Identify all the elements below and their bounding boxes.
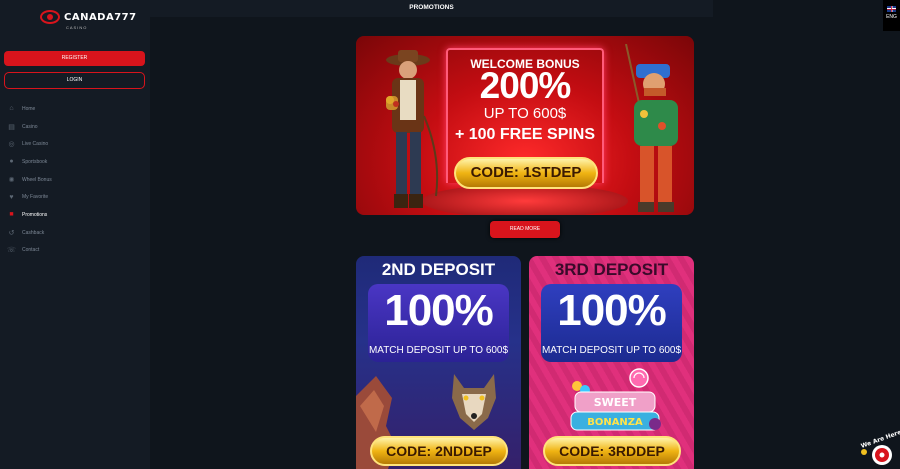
sidebar-item-label: Cashback xyxy=(22,229,45,236)
sidebar-item-label: Live Casino xyxy=(22,141,49,148)
welcome-bonus-limit: UP TO 600$ xyxy=(483,105,567,122)
sidebar-nav: ⌂ Home ▤ Casino ◎ Live Casino ● Sportsbo… xyxy=(7,100,147,259)
welcome-bonus-percent: 200% xyxy=(479,65,572,106)
contact-icon: ☏ xyxy=(7,247,16,255)
wheel-icon: ✺ xyxy=(8,176,15,184)
page-title: PROMOTIONS xyxy=(409,4,454,11)
card-promo-code: CODE: 3RDDEP xyxy=(543,436,681,466)
sidebar-item-label: Wheel Bonus xyxy=(22,176,52,183)
language-code: ENG xyxy=(886,14,897,20)
chat-widget-button[interactable]: We Are Here! xyxy=(858,430,900,469)
card-promo-code: CODE: 2NDDEP xyxy=(370,436,508,466)
live-casino-icon: ◎ xyxy=(8,141,15,149)
register-button[interactable]: REGISTER xyxy=(4,51,145,66)
sidebar-item-my-favorite[interactable]: ♥ My Favorite xyxy=(7,188,147,206)
welcome-free-spins: + 100 FREE SPINS xyxy=(454,126,596,143)
eye-logo-icon xyxy=(40,10,60,24)
login-button[interactable]: LOGIN xyxy=(4,72,145,89)
sweet-bonanza-logo-image: SWEET BONANZA xyxy=(570,368,661,431)
sidebar: CANADA777 CASINO REGISTER LOGIN ⌂ Home ▤… xyxy=(0,0,150,469)
card-title: 3RD DEPOSIT xyxy=(554,260,669,279)
welcome-promo-code: CODE: 1STDEP xyxy=(454,157,598,189)
home-icon: ⌂ xyxy=(9,105,14,113)
sidebar-item-contact[interactable]: ☏ Contact xyxy=(7,242,147,260)
uk-flag-icon xyxy=(887,6,896,12)
card-subtitle: MATCH DEPOSIT UP TO 600$ xyxy=(541,345,682,356)
sidebar-item-home[interactable]: ⌂ Home xyxy=(7,100,147,118)
sidebar-item-sportsbook[interactable]: ● Sportsbook xyxy=(7,153,147,171)
sidebar-item-label: Home xyxy=(22,105,36,112)
sidebar-item-label: Contact xyxy=(22,247,40,254)
language-selector[interactable]: ENG xyxy=(883,0,900,31)
sidebar-item-label: Promotions xyxy=(22,211,48,218)
brand-tagline: CASINO xyxy=(66,25,88,30)
read-more-button[interactable]: READ MORE xyxy=(490,221,560,238)
sidebar-item-label: My Favorite xyxy=(22,194,49,201)
casino-icon: ▤ xyxy=(8,123,15,131)
heart-icon: ♥ xyxy=(9,193,14,201)
sweet-logo-text: SWEET xyxy=(594,396,637,409)
brand-logo[interactable]: CANADA777 xyxy=(40,10,137,24)
third-deposit-card[interactable]: 3RD DEPOSIT 100% MATCH DEPOSIT UP TO 600… xyxy=(529,256,694,469)
sidebar-item-label: Sportsbook xyxy=(22,158,48,165)
sidebar-item-promotions[interactable]: ■ Promotions xyxy=(7,206,147,224)
sidebar-item-casino[interactable]: ▤ Casino xyxy=(7,118,147,136)
sportsbook-icon: ● xyxy=(9,158,14,166)
sidebar-item-wheel-bonus[interactable]: ✺ Wheel Bonus xyxy=(7,171,147,189)
brand-name: CANADA777 xyxy=(64,11,137,23)
card-percent: 100% xyxy=(557,286,667,335)
card-subtitle: MATCH DEPOSIT UP TO 600$ xyxy=(368,345,509,356)
second-deposit-card[interactable]: 2ND DEPOSIT 100% MATCH DEPOSIT UP TO 600… xyxy=(356,256,521,469)
card-percent: 100% xyxy=(384,286,494,335)
welcome-bonus-banner[interactable]: WELCOME BONUS 200% UP TO 600$ + 100 FREE… xyxy=(356,36,694,215)
bonanza-logo-text: BONANZA xyxy=(587,417,643,428)
card-title: 2ND DEPOSIT xyxy=(381,260,496,279)
gift-icon: ■ xyxy=(9,211,14,219)
wolf-image xyxy=(452,374,496,430)
sidebar-item-live-casino[interactable]: ◎ Live Casino xyxy=(7,135,147,153)
cashback-icon: ↺ xyxy=(8,229,15,237)
sidebar-item-cashback[interactable]: ↺ Cashback xyxy=(7,224,147,242)
sidebar-item-label: Casino xyxy=(22,123,38,130)
